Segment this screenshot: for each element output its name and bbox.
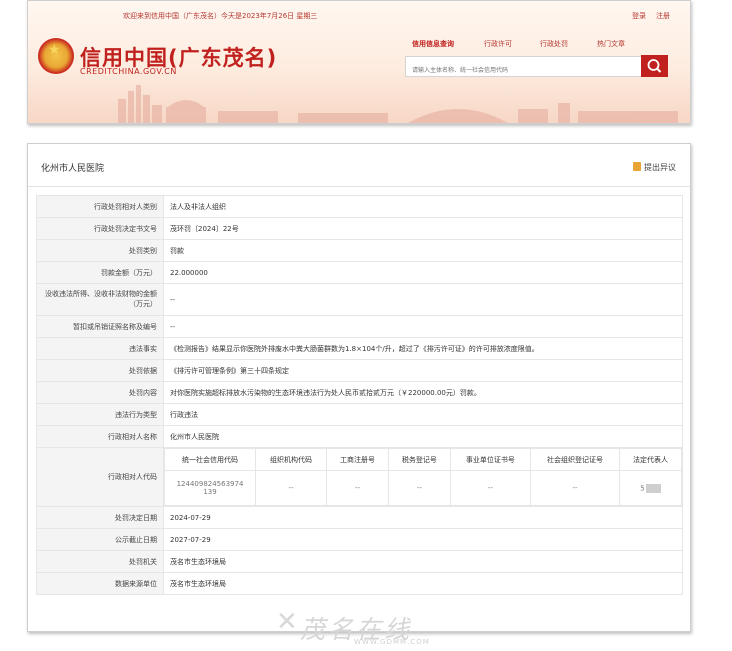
- subtable-header: 社会组织登记证号: [529, 448, 621, 471]
- table-row: 行政处罚相对人类别 法人及非法人组织: [36, 195, 683, 218]
- row-label: 罚款金额（万元）: [36, 261, 164, 284]
- row-value: 《排污许可管理条例》第三十四条规定: [163, 359, 683, 382]
- subtable-header: 工商注册号: [326, 448, 389, 471]
- row-label: 处罚决定日期: [36, 506, 164, 529]
- row-label: 处罚机关: [36, 550, 164, 573]
- watermark-url: WWW.GDMM.COM: [354, 638, 430, 646]
- institution-cert-value: --: [449, 470, 531, 506]
- nav-admin-license[interactable]: 行政许可: [484, 39, 512, 49]
- table-row: 没收违法所得、没收非法财物的金额（万元） --: [36, 283, 683, 316]
- row-value: 茂名市生态环境局: [163, 572, 683, 595]
- subtable-header-row: 统一社会信用代码 组织机构代码 工商注册号 税务登记号 事业单位证书号 社会组织…: [164, 448, 682, 471]
- nav-admin-penalty[interactable]: 行政处罚: [540, 39, 568, 49]
- penalty-info-table: 行政处罚相对人类别 法人及非法人组织 行政处罚决定书文号 茂环罚〔2024〕22号 …: [36, 195, 683, 595]
- table-row: 违法事实 《检测报告》结果显示你医院外排废水中粪大肠菌群数为1.8×104个/升，…: [36, 337, 683, 360]
- search-input[interactable]: [406, 62, 643, 79]
- code-row: 行政相对人代码 统一社会信用代码 组织机构代码 工商注册号 税务登记号 事业单位…: [36, 447, 683, 507]
- row-value: --: [163, 315, 683, 338]
- business-reg-value: --: [326, 470, 389, 506]
- identifier-subtable: 统一社会信用代码 组织机构代码 工商注册号 税务登记号 事业单位证书号 社会组织…: [164, 448, 682, 506]
- row-value: 22.000000: [163, 261, 683, 284]
- table-row: 行政处罚决定书文号 茂环罚〔2024〕22号: [36, 217, 683, 240]
- row-value: 《检测报告》结果显示你医院外排废水中粪大肠菌群数为1.8×104个/升，超过了《…: [163, 337, 683, 360]
- redaction-blur: [645, 483, 661, 493]
- nav-credit-query[interactable]: 信用信息查询: [412, 39, 454, 49]
- divider: [28, 186, 690, 187]
- raise-objection-label: 提出异议: [644, 163, 676, 172]
- welcome-text: 欢迎来到信用中国（广东茂名）今天是2023年7月26日 星期三: [123, 12, 318, 20]
- city-skyline-illustration: [118, 85, 678, 123]
- watermark-logo-icon: ✕: [276, 607, 298, 637]
- code-cell: 统一社会信用代码 组织机构代码 工商注册号 税务登记号 事业单位证书号 社会组织…: [163, 447, 683, 507]
- row-label: 处罚内容: [36, 381, 164, 404]
- row-label: 公示截止日期: [36, 528, 164, 551]
- row-label: 行政处罚决定书文号: [36, 217, 164, 240]
- legal-rep-cell: 5: [619, 470, 682, 506]
- credit-code-value: 124409824563974139: [164, 470, 256, 506]
- row-value: 2024-07-29: [163, 506, 683, 529]
- subtable-header: 统一社会信用代码: [164, 448, 256, 471]
- row-value: 茂环罚〔2024〕22号: [163, 217, 683, 240]
- row-value: --: [163, 283, 683, 316]
- login-link[interactable]: 登录: [632, 11, 646, 21]
- row-label: 违法事实: [36, 337, 164, 360]
- site-header: 欢迎来到信用中国（广东茂名）今天是2023年7月26日 星期三 登录 注册 信用…: [27, 0, 691, 124]
- row-value: 罚款: [163, 239, 683, 262]
- row-label: 行政处罚相对人类别: [36, 195, 164, 218]
- subtable-header: 事业单位证书号: [449, 448, 531, 471]
- tax-reg-value: --: [387, 470, 451, 506]
- nav-hot-articles[interactable]: 热门文章: [597, 39, 625, 49]
- penalty-detail-panel: 化州市人民医院 提出异议 行政处罚相对人类别 法人及非法人组织 行政处罚决定书文号…: [27, 143, 691, 632]
- subtable-value-row: 124409824563974139 -- -- -- -- -- 5: [164, 470, 682, 506]
- social-org-cert-value: --: [529, 470, 621, 506]
- row-value: 2027-07-29: [163, 528, 683, 551]
- row-value: 化州市人民医院: [163, 425, 683, 448]
- table-row: 数据来源单位 茂名市生态环境局: [36, 572, 683, 595]
- table-row: 暂扣或吊销证照名称及编号 --: [36, 315, 683, 338]
- table-row: 处罚机关 茂名市生态环境局: [36, 550, 683, 573]
- search-icon: [647, 59, 662, 73]
- row-label: 暂扣或吊销证照名称及编号: [36, 315, 164, 338]
- table-row: 罚款金额（万元） 22.000000: [36, 261, 683, 284]
- subtable-header: 税务登记号: [387, 448, 451, 471]
- row-label: 行政相对人名称: [36, 425, 164, 448]
- search-button[interactable]: [641, 55, 668, 77]
- table-row: 行政相对人名称 化州市人民医院: [36, 425, 683, 448]
- site-logo-domain: CREDITCHINA.GOV.CN: [80, 67, 177, 76]
- subtable-header: 法定代表人: [619, 448, 682, 471]
- row-label: 处罚类别: [36, 239, 164, 262]
- row-value: 茂名市生态环境局: [163, 550, 683, 573]
- row-label: 没收违法所得、没收非法财物的金额（万元）: [36, 283, 164, 316]
- row-label: 处罚依据: [36, 359, 164, 382]
- org-code-value: --: [255, 470, 327, 506]
- legal-rep-value: 5: [640, 484, 645, 492]
- search-box: [405, 56, 643, 79]
- table-row: 违法行为类型 行政违法: [36, 403, 683, 426]
- national-emblem-icon: [38, 38, 74, 74]
- register-link[interactable]: 注册: [656, 11, 670, 21]
- panel-title: 化州市人民医院: [41, 164, 105, 174]
- table-row: 处罚内容 对你医院实施超标排放水污染物的生态环境违法行为处人民币贰拾贰万元（￥22…: [36, 381, 683, 404]
- raise-objection-button[interactable]: 提出异议: [633, 162, 676, 173]
- document-edit-icon: [633, 162, 641, 171]
- row-value: 法人及非法人组织: [163, 195, 683, 218]
- subtable-header: 组织机构代码: [255, 448, 327, 471]
- row-label: 行政相对人代码: [36, 447, 164, 507]
- row-value: 行政违法: [163, 403, 683, 426]
- table-row: 处罚依据 《排污许可管理条例》第三十四条规定: [36, 359, 683, 382]
- row-value: 对你医院实施超标排放水污染物的生态环境违法行为处人民币贰拾贰万元（￥220000…: [163, 381, 683, 404]
- table-row: 公示截止日期 2027-07-29: [36, 528, 683, 551]
- row-label: 违法行为类型: [36, 403, 164, 426]
- row-label: 数据来源单位: [36, 572, 164, 595]
- table-row: 处罚决定日期 2024-07-29: [36, 506, 683, 529]
- table-row: 处罚类别 罚款: [36, 239, 683, 262]
